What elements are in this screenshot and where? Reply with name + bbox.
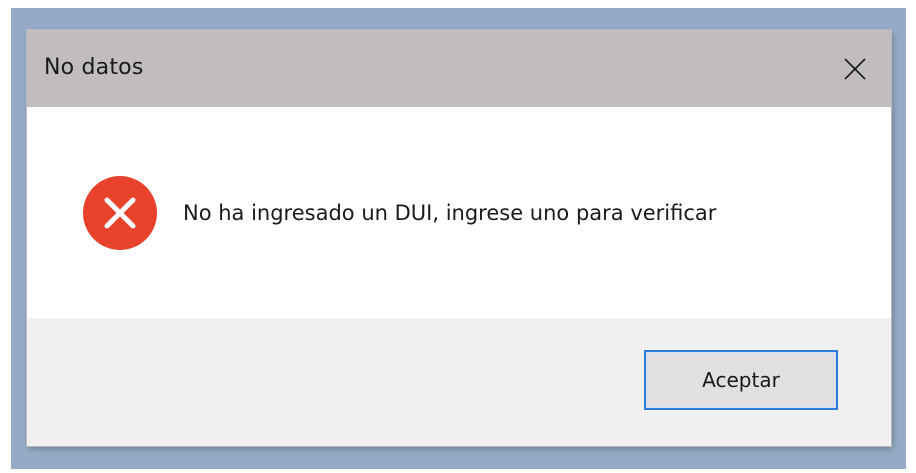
dialog-message: No ha ingresado un DUI, ingrese uno para… <box>183 201 717 225</box>
dialog-content: No ha ingresado un DUI, ingrese uno para… <box>27 107 891 318</box>
message-dialog: No datos No ha ingresado un DUI, ingrese… <box>27 30 891 446</box>
dialog-titlebar[interactable]: No datos <box>27 30 891 107</box>
error-icon <box>83 176 157 250</box>
close-button[interactable] <box>833 47 877 91</box>
close-icon <box>844 58 866 80</box>
dialog-title: No datos <box>44 55 144 80</box>
dialog-footer: Aceptar <box>27 318 891 446</box>
accept-button[interactable]: Aceptar <box>644 350 838 410</box>
